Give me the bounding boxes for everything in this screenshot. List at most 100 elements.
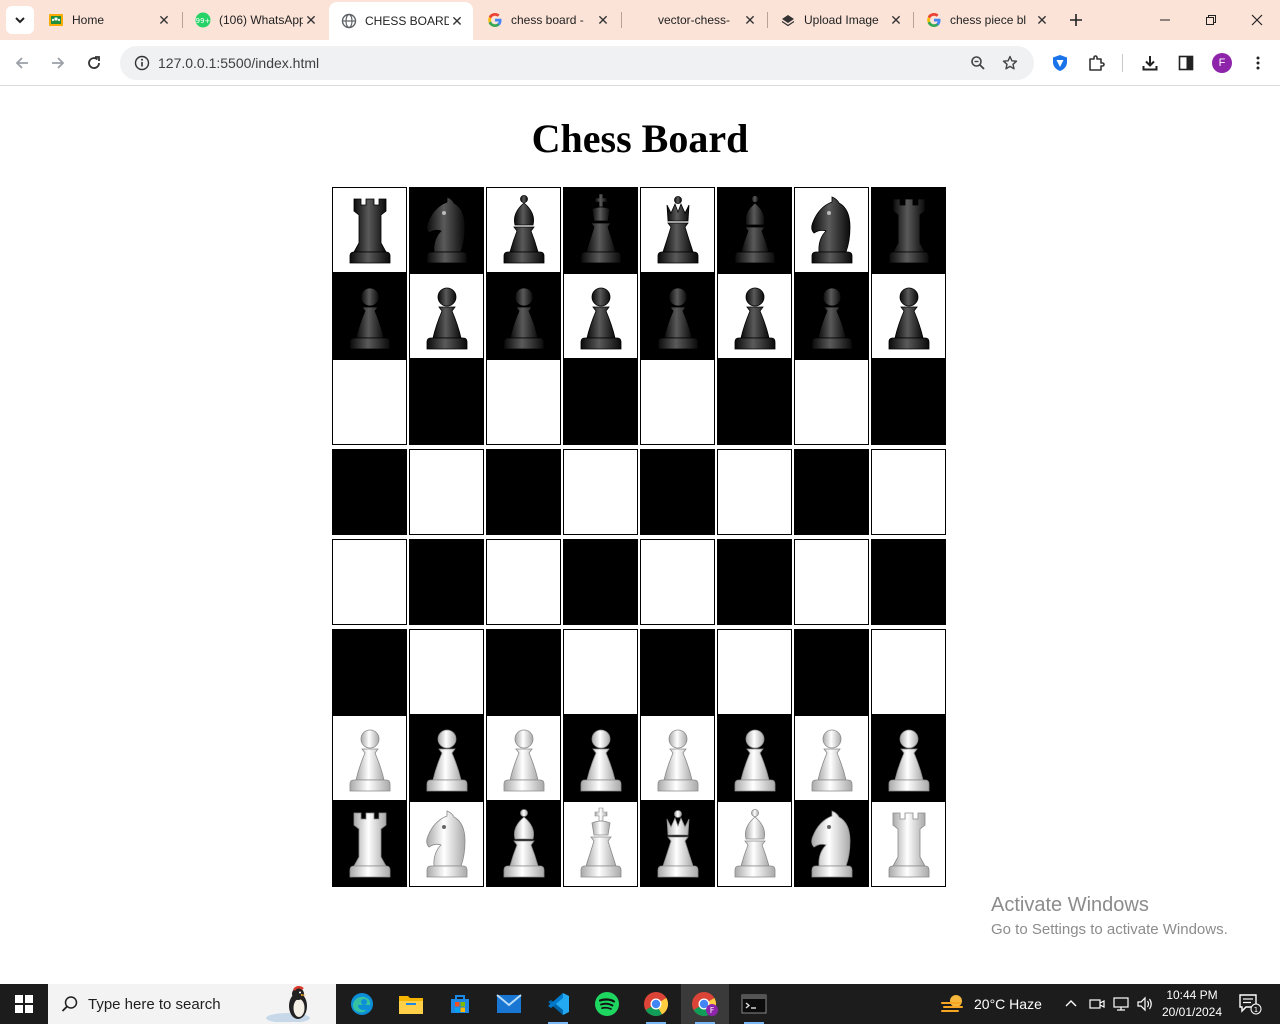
board-square[interactable] bbox=[332, 539, 407, 625]
board-square[interactable] bbox=[717, 273, 792, 359]
board-square[interactable] bbox=[640, 539, 715, 625]
board-square[interactable] bbox=[332, 187, 407, 273]
board-square[interactable] bbox=[871, 359, 946, 445]
white-bishop-icon[interactable] bbox=[494, 807, 554, 881]
black-bishop-icon[interactable] bbox=[494, 193, 554, 267]
board-square[interactable] bbox=[871, 801, 946, 887]
taskbar-chrome-profile[interactable]: F bbox=[681, 984, 729, 1024]
board-square[interactable] bbox=[640, 715, 715, 801]
tab-vector-chess[interactable]: vector-chess- ✕ bbox=[622, 4, 766, 36]
black-pawn-icon[interactable] bbox=[802, 279, 862, 353]
info-icon[interactable] bbox=[128, 49, 156, 77]
show-hidden-icons-button[interactable] bbox=[1064, 984, 1078, 1024]
board-square[interactable] bbox=[486, 539, 561, 625]
board-square[interactable] bbox=[717, 801, 792, 887]
black-pawn-icon[interactable] bbox=[417, 279, 477, 353]
side-panel-button[interactable] bbox=[1170, 47, 1202, 79]
board-square[interactable] bbox=[871, 539, 946, 625]
reload-button[interactable] bbox=[78, 47, 110, 79]
black-rook-icon[interactable] bbox=[340, 193, 400, 267]
board-square[interactable] bbox=[409, 801, 484, 887]
board-square[interactable] bbox=[332, 273, 407, 359]
board-square[interactable] bbox=[563, 539, 638, 625]
minimize-button[interactable] bbox=[1142, 0, 1188, 40]
network-button[interactable] bbox=[1112, 984, 1130, 1024]
board-square[interactable] bbox=[640, 359, 715, 445]
board-square[interactable] bbox=[640, 629, 715, 715]
board-square[interactable] bbox=[717, 187, 792, 273]
close-icon[interactable]: ✕ bbox=[156, 12, 172, 28]
white-pawn-icon[interactable] bbox=[571, 721, 631, 795]
white-knight-icon[interactable] bbox=[802, 807, 862, 881]
address-bar[interactable]: 127.0.0.1:5500/index.html bbox=[120, 46, 1034, 80]
black-queen-icon[interactable] bbox=[648, 193, 708, 267]
black-pawn-icon[interactable] bbox=[879, 279, 939, 353]
board-square[interactable] bbox=[794, 715, 869, 801]
board-square[interactable] bbox=[794, 539, 869, 625]
extension-shield-button[interactable] bbox=[1044, 47, 1076, 79]
taskbar-edge[interactable] bbox=[338, 984, 386, 1024]
white-bishop-icon[interactable] bbox=[725, 807, 785, 881]
close-icon[interactable]: ✕ bbox=[1034, 12, 1050, 28]
white-knight-icon[interactable] bbox=[417, 807, 477, 881]
board-square[interactable] bbox=[640, 801, 715, 887]
board-square[interactable] bbox=[794, 629, 869, 715]
taskbar-terminal[interactable] bbox=[730, 984, 778, 1024]
zoom-icon[interactable] bbox=[964, 49, 992, 77]
tab-whatsapp[interactable]: 99+ (106) WhatsApp ✕ bbox=[183, 4, 327, 36]
close-icon[interactable]: ✕ bbox=[742, 12, 758, 28]
board-square[interactable] bbox=[794, 801, 869, 887]
close-icon[interactable]: ✕ bbox=[303, 12, 319, 28]
board-square[interactable] bbox=[332, 715, 407, 801]
board-square[interactable] bbox=[794, 359, 869, 445]
board-square[interactable] bbox=[563, 715, 638, 801]
black-pawn-icon[interactable] bbox=[725, 279, 785, 353]
black-pawn-icon[interactable] bbox=[340, 279, 400, 353]
black-knight-icon[interactable] bbox=[802, 193, 862, 267]
white-rook-icon[interactable] bbox=[340, 807, 400, 881]
board-square[interactable] bbox=[332, 629, 407, 715]
board-square[interactable] bbox=[794, 273, 869, 359]
white-pawn-icon[interactable] bbox=[725, 721, 785, 795]
board-square[interactable] bbox=[640, 187, 715, 273]
taskbar-spotify[interactable] bbox=[583, 984, 631, 1024]
black-bishop-icon[interactable] bbox=[725, 193, 785, 267]
board-square[interactable] bbox=[486, 801, 561, 887]
white-rook-icon[interactable] bbox=[879, 807, 939, 881]
board-square[interactable] bbox=[486, 273, 561, 359]
board-square[interactable] bbox=[871, 187, 946, 273]
board-square[interactable] bbox=[717, 539, 792, 625]
taskbar-chrome[interactable] bbox=[632, 984, 680, 1024]
black-pawn-icon[interactable] bbox=[571, 279, 631, 353]
board-square[interactable] bbox=[409, 187, 484, 273]
board-square[interactable] bbox=[563, 449, 638, 535]
taskbar-search[interactable]: Type here to search bbox=[48, 984, 336, 1024]
board-square[interactable] bbox=[640, 449, 715, 535]
board-square[interactable] bbox=[563, 359, 638, 445]
board-square[interactable] bbox=[409, 715, 484, 801]
tab-upload-image[interactable]: Upload Image ✕ bbox=[768, 4, 912, 36]
board-square[interactable] bbox=[409, 539, 484, 625]
board-square[interactable] bbox=[332, 801, 407, 887]
profile-avatar[interactable]: F bbox=[1212, 53, 1232, 73]
white-pawn-icon[interactable] bbox=[879, 721, 939, 795]
tab-chess-piece-search[interactable]: chess piece bl ✕ bbox=[914, 4, 1058, 36]
board-square[interactable] bbox=[409, 449, 484, 535]
white-queen-icon[interactable] bbox=[648, 807, 708, 881]
board-square[interactable] bbox=[563, 801, 638, 887]
board-square[interactable] bbox=[717, 629, 792, 715]
board-square[interactable] bbox=[563, 629, 638, 715]
back-button[interactable] bbox=[6, 47, 38, 79]
system-clock[interactable]: 10:44 PM 20/01/2024 bbox=[1158, 987, 1226, 1021]
tab-home[interactable]: Home ✕ bbox=[36, 4, 180, 36]
white-pawn-icon[interactable] bbox=[802, 721, 862, 795]
board-square[interactable] bbox=[486, 187, 561, 273]
taskbar-store[interactable] bbox=[436, 984, 484, 1024]
tab-chess-board-search[interactable]: chess board - ✕ bbox=[475, 4, 619, 36]
board-square[interactable] bbox=[794, 187, 869, 273]
black-pawn-icon[interactable] bbox=[648, 279, 708, 353]
board-square[interactable] bbox=[486, 629, 561, 715]
notification-center-button[interactable]: 1 bbox=[1238, 984, 1262, 1024]
volume-button[interactable] bbox=[1136, 984, 1154, 1024]
board-square[interactable] bbox=[871, 273, 946, 359]
